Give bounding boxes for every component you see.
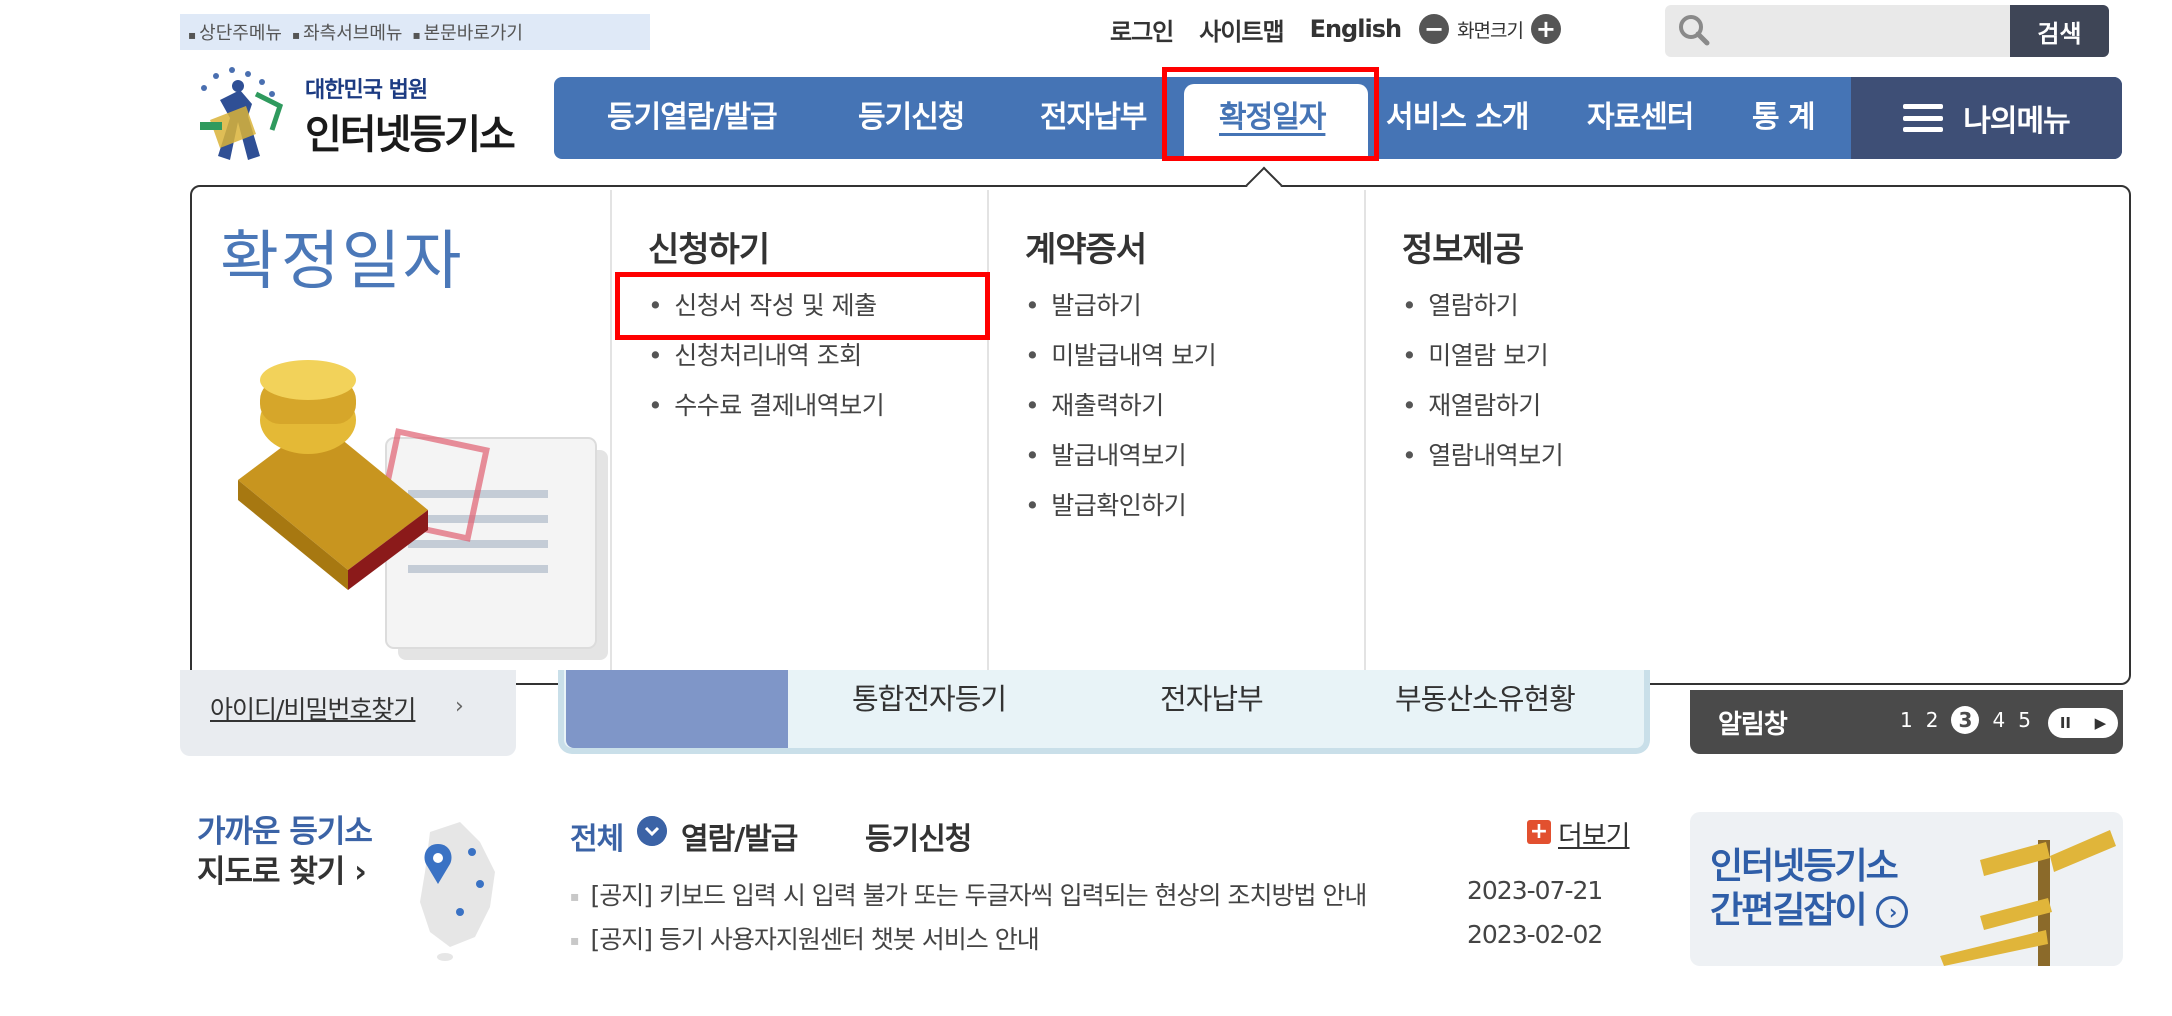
- guide-banner-line1: 인터넷등기소: [1710, 846, 1899, 887]
- hamburger-icon: [1903, 104, 1944, 132]
- login-link[interactable]: 로그인: [1110, 12, 1174, 47]
- quick-link-e-payment[interactable]: 전자납부: [1160, 676, 1264, 718]
- logo-subtitle: 대한민국 법원: [305, 78, 428, 103]
- zoom-label: 화면크기: [1457, 19, 1524, 42]
- alert-label: 알림창: [1718, 710, 1788, 740]
- utility-bar: 로그인 사이트맵 English − 화면크기 +: [1110, 8, 1561, 50]
- menu-item-issue[interactable]: 발급하기: [1025, 281, 1216, 331]
- quick-link-property-status[interactable]: 부동산소유현황: [1395, 676, 1576, 718]
- notice-tab-all[interactable]: 전체: [570, 814, 624, 858]
- skip-link-content[interactable]: 본문바로가기: [412, 19, 523, 45]
- menu-item-fee-history[interactable]: 수수료 결제내역보기: [648, 381, 884, 431]
- nav-item-statistics[interactable]: 통 계: [1752, 77, 1816, 159]
- menu-item-view[interactable]: 열람하기: [1402, 281, 1563, 331]
- alert-page-current[interactable]: 3: [1951, 706, 1980, 734]
- highlight-box-apply: [615, 272, 990, 340]
- nav-item-service-intro[interactable]: 서비스 소개: [1386, 77, 1529, 159]
- alert-page[interactable]: 1: [1900, 708, 1913, 732]
- mega-column-title-contract: 계약증서: [1025, 230, 1147, 270]
- mega-column-title-info: 정보제공: [1402, 230, 1524, 270]
- search-button[interactable]: 검색: [2010, 5, 2109, 57]
- nav-item-e-payment[interactable]: 전자납부: [1040, 77, 1147, 159]
- notice-row-date: 2023-07-21: [1467, 876, 1603, 905]
- menu-item-issue-verify[interactable]: 발급확인하기: [1025, 481, 1216, 531]
- guide-banner-title: 인터넷등기소 간편길잡이 ›: [1710, 845, 1909, 933]
- skip-links: 상단주메뉴 좌측서브메뉴 본문바로가기: [180, 14, 650, 50]
- alert-pagination: 1 2 3 4 5: [1900, 706, 2044, 734]
- notice-row-date: 2023-02-02: [1467, 920, 1603, 949]
- notice-row-title[interactable]: [공지] 등기 사용자지원센터 챗봇 서비스 안내: [570, 920, 1040, 956]
- english-link[interactable]: English: [1310, 15, 1402, 43]
- logo-title[interactable]: 인터넷등기소: [305, 102, 516, 160]
- arrow-circle-icon: ›: [1876, 896, 1909, 928]
- sitemap-link[interactable]: 사이트맵: [1199, 12, 1284, 47]
- notice-row-title[interactable]: [공지] 키보드 입력 시 입력 불가 또는 두글자씩 입력되는 현상의 조치방…: [570, 876, 1368, 912]
- signpost-icon: [1940, 830, 2116, 966]
- alert-page[interactable]: 4: [1992, 708, 2005, 732]
- zoom-out-icon[interactable]: −: [1419, 14, 1450, 44]
- menu-item-issue-history[interactable]: 발급내역보기: [1025, 431, 1216, 481]
- nearest-registry-link[interactable]: 가까운 등기소 지도로 찾기 ›: [197, 812, 373, 892]
- more-link[interactable]: 더보기: [1558, 814, 1631, 853]
- highlight-box-nav: [1162, 67, 1379, 161]
- nearest-registry-line2: 지도로 찾기 ›: [197, 854, 367, 890]
- notice-tab-view[interactable]: 열람/발급: [681, 814, 798, 858]
- stamp-document-icon: [238, 360, 608, 660]
- play-icon[interactable]: ▶: [2095, 714, 2107, 732]
- search-input[interactable]: [1718, 9, 1998, 51]
- mega-menu-divider: [1364, 190, 1366, 682]
- alert-page[interactable]: 2: [1926, 708, 1939, 732]
- chevron-right-icon: ›: [455, 694, 464, 719]
- skip-link-top-menu[interactable]: 상단주메뉴: [188, 19, 282, 45]
- mega-column-list-contract: 발급하기 미발급내역 보기 재출력하기 발급내역보기 발급확인하기: [1025, 281, 1216, 531]
- alert-controls: II ▶: [2048, 708, 2118, 738]
- notice-tab-apply[interactable]: 등기신청: [865, 814, 972, 858]
- mega-column-title-apply: 신청하기: [648, 230, 770, 270]
- nav-item-data-center[interactable]: 자료센터: [1587, 77, 1694, 159]
- skip-link-left-menu[interactable]: 좌측서브메뉴: [292, 19, 402, 45]
- my-menu-label: 나의메뉴: [1963, 104, 2070, 139]
- mega-menu-divider: [610, 190, 612, 682]
- menu-item-view-history[interactable]: 열람내역보기: [1402, 431, 1564, 481]
- menu-item-unissued[interactable]: 미발급내역 보기: [1025, 331, 1216, 381]
- zoom-in-icon[interactable]: +: [1530, 14, 1561, 44]
- menu-item-unviewed[interactable]: 미열람 보기: [1402, 331, 1563, 381]
- menu-item-review[interactable]: 재열람하기: [1402, 381, 1563, 431]
- nav-item-registry-view[interactable]: 등기열람/발급: [607, 77, 778, 159]
- quick-links-tab: [566, 670, 788, 748]
- korea-map-icon[interactable]: [400, 812, 510, 962]
- mega-column-list-info: 열람하기 미열람 보기 재열람하기 열람내역보기: [1402, 281, 1564, 481]
- mega-menu-divider: [987, 190, 989, 682]
- menu-item-reprint[interactable]: 재출력하기: [1025, 381, 1216, 431]
- pause-icon[interactable]: II: [2060, 714, 2071, 732]
- chevron-down-icon: [637, 816, 667, 846]
- alert-page[interactable]: 5: [2018, 708, 2031, 732]
- plus-icon: +: [1527, 820, 1551, 844]
- mega-menu-title: 확정일자: [220, 225, 464, 299]
- find-id-password-link[interactable]: 아이디/비밀번호찾기: [210, 690, 416, 726]
- quick-link-e-registry[interactable]: 통합전자등기: [852, 676, 1007, 718]
- my-menu-button[interactable]: 나의메뉴: [1851, 77, 2122, 159]
- guide-banner-line2: 간편길잡이 ›: [1710, 889, 1909, 933]
- nav-item-registry-apply[interactable]: 등기신청: [858, 77, 965, 159]
- search-icon: [1679, 15, 1710, 46]
- nearest-registry-line1: 가까운 등기소: [197, 814, 373, 850]
